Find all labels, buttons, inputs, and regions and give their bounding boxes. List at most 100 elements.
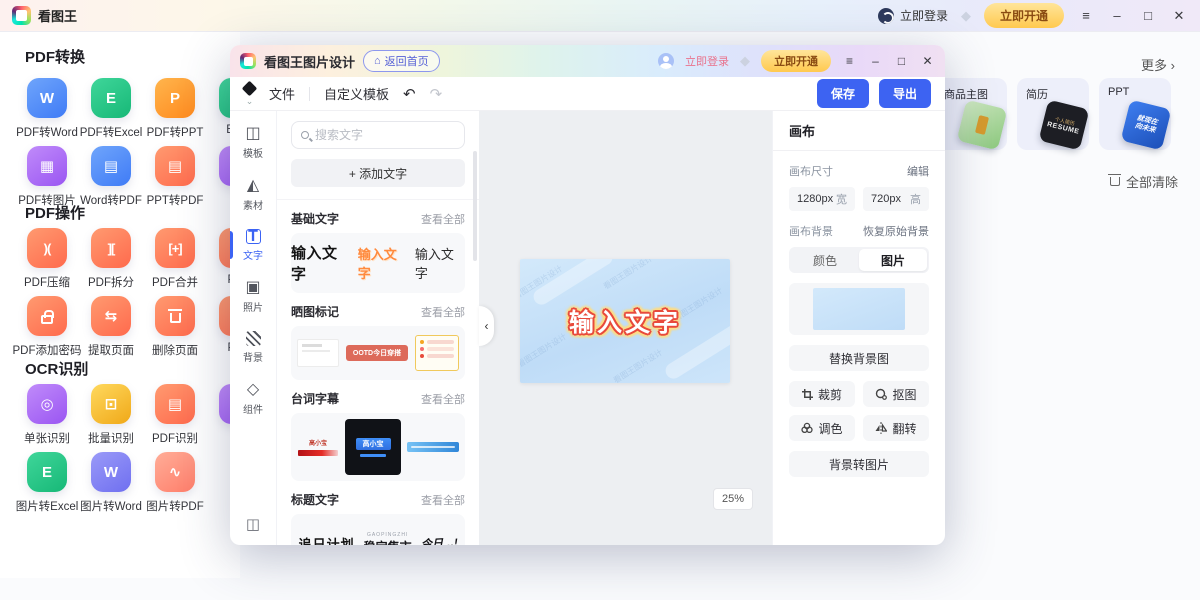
view-all-link[interactable]: 查看全部 xyxy=(421,304,465,320)
tool-pdf-split[interactable]: ][PDF拆分 xyxy=(79,228,143,290)
login-entry[interactable]: 立即登录 xyxy=(878,7,948,24)
undo-icon[interactable]: ↶ xyxy=(403,85,416,103)
export-button[interactable]: 导出 xyxy=(879,79,931,108)
tool-ocr-pdf[interactable]: ▤PDF识别 xyxy=(143,384,207,446)
captions-card[interactable]: 高小宝 高小宝 xyxy=(291,413,465,481)
restore-background-link[interactable]: 恢复原始背景 xyxy=(863,223,929,239)
batch-icon: ⊡ xyxy=(91,384,131,424)
card-ppt[interactable]: PPT 就现在 向未来 xyxy=(1099,78,1171,150)
menu-file[interactable]: 文件 xyxy=(269,84,295,103)
add-text-button[interactable]: + 添加文字 xyxy=(291,159,465,187)
view-all-link[interactable]: 查看全部 xyxy=(421,391,465,407)
tool-pdf-compress[interactable]: )(PDF压缩 xyxy=(15,228,79,290)
section-photo-marks: 晒图标记 xyxy=(291,303,339,320)
card-resume[interactable]: 简历 个人简历 RESUME xyxy=(1017,78,1089,150)
tool-word-to-pdf[interactable]: ▤Word转PDF xyxy=(79,146,143,208)
rail-photo[interactable]: ▣照片 xyxy=(230,277,276,316)
close-button[interactable]: ✕ xyxy=(1170,8,1188,24)
card-product-image[interactable]: 商品主图 xyxy=(935,78,1007,150)
palette-icon xyxy=(801,422,813,434)
back-home-button[interactable]: ⌂ 返回首页 xyxy=(363,50,440,72)
merge-icon: [+] xyxy=(155,228,195,268)
text-assets-panel: + 添加文字 基础文字查看全部 输入文字 输入文字 输入文字 晒图标记查看全部 … xyxy=(277,111,479,545)
crop-button[interactable]: 裁剪 xyxy=(789,381,855,407)
window-footer xyxy=(0,578,1200,600)
tool-delete-pages[interactable]: 删除页面 xyxy=(143,296,207,358)
tab-image[interactable]: 图片 xyxy=(859,249,927,271)
ppt-icon: P xyxy=(155,78,195,118)
background-icon xyxy=(246,331,261,346)
dialog-maximize-button[interactable]: □ xyxy=(894,54,909,68)
caption-thumb-red[interactable]: 高小宝 xyxy=(297,438,339,456)
tool-ppt-to-pdf[interactable]: ▤PPT转PDF xyxy=(143,146,207,208)
tool-pdf-to-ppt[interactable]: PPDF转PPT xyxy=(143,78,207,140)
replace-background-button[interactable]: 替换背景图 xyxy=(789,345,929,371)
search-input[interactable] xyxy=(315,128,470,142)
canvas-text-element[interactable]: 输入文字 xyxy=(520,303,730,339)
cutout-button[interactable]: 抠图 xyxy=(863,381,929,407)
caption-thumb-dark[interactable]: 高小宝 xyxy=(345,419,401,475)
banner-thumb[interactable]: OOTD今日穿搭 xyxy=(346,345,408,361)
tool-ocr-single[interactable]: ◎单张识别 xyxy=(15,384,79,446)
tool-image-to-word[interactable]: W图片转Word xyxy=(79,452,143,514)
basic-text-card[interactable]: 输入文字 输入文字 输入文字 xyxy=(291,233,465,293)
redo-icon[interactable]: ↷ xyxy=(430,85,443,103)
note-thumb[interactable] xyxy=(297,339,339,367)
rail-background[interactable]: 背景 xyxy=(230,329,276,366)
width-field[interactable]: 1280px宽 xyxy=(789,187,855,211)
clear-all-button[interactable]: 全部清除 xyxy=(1110,172,1178,191)
menu-custom-template[interactable]: 自定义模板 xyxy=(324,84,389,103)
rail-component[interactable]: ◇组件 xyxy=(230,379,276,418)
menu-icon[interactable]: ≡ xyxy=(1077,8,1095,23)
height-field[interactable]: 720px高 xyxy=(863,187,929,211)
background-to-image-button[interactable]: 背景转图片 xyxy=(789,451,929,477)
view-all-link[interactable]: 查看全部 xyxy=(421,211,465,227)
tool-image-to-excel[interactable]: E图片转Excel xyxy=(15,452,79,514)
tool-pdf-to-image[interactable]: ▦PDF转图片 xyxy=(15,146,79,208)
flip-button[interactable]: 翻转 xyxy=(863,415,929,441)
vip-diamond-icon[interactable]: ◆ xyxy=(740,53,750,69)
collapse-panel-tab[interactable]: ‹ xyxy=(479,306,494,346)
search-box[interactable] xyxy=(291,121,465,149)
rail-template[interactable]: ◫模板 xyxy=(230,123,276,162)
minimize-button[interactable]: – xyxy=(1108,8,1126,23)
canvas-artboard[interactable]: 看图王图片设计 看图王图片设计 看图王图片设计 看图王图片设计 看图王图片设计 … xyxy=(520,259,730,383)
maximize-button[interactable]: □ xyxy=(1139,8,1157,23)
adjust-color-button[interactable]: 调色 xyxy=(789,415,855,441)
tool-ocr-batch[interactable]: ⊡批量识别 xyxy=(79,384,143,446)
avatar-icon[interactable] xyxy=(658,53,674,69)
tool-pdf-to-excel[interactable]: EPDF转Excel xyxy=(79,78,143,140)
panel-toggle-icon[interactable]: ◫ xyxy=(246,515,260,533)
app-logo-icon xyxy=(12,6,31,25)
view-all-link[interactable]: 查看全部 xyxy=(421,492,465,508)
caption-thumb-blue[interactable] xyxy=(407,442,459,452)
dialog-close-button[interactable]: ✕ xyxy=(920,54,935,68)
tool-pdf-to-word[interactable]: WPDF转Word xyxy=(15,78,79,140)
tool-extract-pages[interactable]: ⇆提取页面 xyxy=(79,296,143,358)
background-preview[interactable] xyxy=(789,283,929,335)
avatar-icon xyxy=(878,8,894,24)
editor-logo-icon[interactable]: ⌄ xyxy=(244,83,255,105)
dialog-login-link[interactable]: 立即登录 xyxy=(685,53,729,69)
panel-scrollbar[interactable] xyxy=(473,151,477,261)
rail-text[interactable]: T文字 xyxy=(230,227,276,264)
photo-marks-card[interactable]: OOTD今日穿搭 xyxy=(291,326,465,380)
save-button[interactable]: 保存 xyxy=(817,79,869,108)
dialog-menu-icon[interactable]: ≡ xyxy=(842,54,857,68)
zoom-level[interactable]: 25% xyxy=(713,488,753,510)
wave-icon: ∿ xyxy=(155,452,195,492)
tool-pdf-merge[interactable]: [+]PDF合并 xyxy=(143,228,207,290)
list-note-thumb[interactable] xyxy=(415,335,459,371)
dialog-minimize-button[interactable]: – xyxy=(868,54,883,68)
edit-size-link[interactable]: 编辑 xyxy=(907,163,929,179)
more-link[interactable]: 更多 › xyxy=(1141,55,1175,74)
tool-pdf-password[interactable]: PDF添加密码 xyxy=(15,296,79,358)
dialog-upgrade-button[interactable]: 立即开通 xyxy=(761,50,831,72)
background-tabs: 颜色 图片 xyxy=(789,247,929,273)
rail-assets[interactable]: ◭素材 xyxy=(230,175,276,214)
tab-color[interactable]: 颜色 xyxy=(791,249,859,271)
vip-diamond-icon[interactable]: ◆ xyxy=(961,8,971,24)
upgrade-button[interactable]: 立即开通 xyxy=(984,3,1064,28)
title-text-card[interactable]: 追日计划 GAOPINGZHI稳定集市 今日…! xyxy=(291,514,465,545)
tool-image-to-pdf[interactable]: ∿图片转PDF xyxy=(143,452,207,514)
